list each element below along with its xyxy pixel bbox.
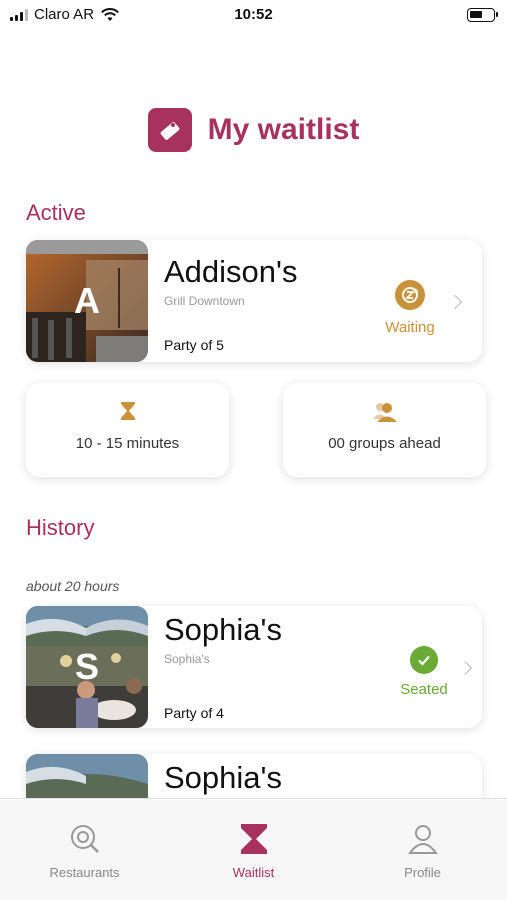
status-label: Seated — [400, 681, 448, 698]
search-icon — [69, 823, 101, 860]
restaurant-subtitle: Sophia's — [164, 652, 210, 666]
battery-level — [470, 11, 482, 18]
user-icon — [407, 823, 439, 860]
tab-waitlist[interactable]: Waitlist — [169, 799, 338, 900]
party-size: Party of 5 — [164, 337, 224, 353]
restaurant-subtitle: Grill Downtown — [164, 294, 245, 308]
people-icon — [372, 401, 398, 428]
hourglass-icon — [239, 823, 269, 860]
battery-icon — [467, 8, 498, 22]
hourglass-icon — [119, 401, 137, 426]
history-time-label: about 20 hours — [26, 578, 120, 594]
ticket-icon — [147, 108, 192, 152]
page-header: My waitlist — [0, 108, 507, 152]
history-card[interactable]: S Sophia's Sophia's Party of 4 Seated — [26, 606, 482, 728]
tab-profile[interactable]: Profile — [338, 799, 507, 900]
chevron-right-icon — [457, 660, 473, 676]
status-bar: Claro AR 10:52 — [0, 0, 507, 32]
restaurant-thumbnail: S — [26, 606, 148, 728]
tab-label: Restaurants — [49, 865, 120, 880]
history-section-title: History — [26, 515, 95, 540]
wait-time-text: 10 - 15 minutes — [75, 435, 180, 452]
status-time: 10:52 — [234, 6, 273, 23]
restaurant-initial: A — [74, 280, 100, 321]
groups-ahead-card: 00 groups ahead — [283, 383, 486, 477]
page-title: My waitlist — [207, 113, 360, 146]
restaurant-initial: S — [74, 646, 99, 687]
checkmark-icon — [410, 646, 438, 674]
restaurant-name: Addison's — [164, 254, 298, 289]
groups-ahead-text: 00 groups ahead — [328, 435, 441, 452]
tab-label: Profile — [404, 865, 441, 880]
tab-bar: Restaurants Waitlist Profile — [0, 798, 507, 900]
status-label: Waiting — [385, 319, 435, 336]
wait-time-card: 10 - 15 minutes — [26, 383, 229, 477]
party-size: Party of 4 — [164, 705, 224, 721]
restaurant-thumbnail: A — [26, 240, 148, 362]
active-section-title: Active — [26, 200, 86, 225]
restaurant-name: Sophia's — [164, 612, 282, 647]
active-waitlist-card[interactable]: A Addison's Grill Downtown Party of 5 Wa… — [26, 240, 482, 362]
chevron-right-icon — [447, 294, 463, 310]
tab-label: Waitlist — [232, 865, 275, 880]
clock-refresh-icon — [395, 280, 425, 310]
restaurant-name: Sophia's — [164, 760, 282, 795]
tab-restaurants[interactable]: Restaurants — [0, 799, 169, 900]
